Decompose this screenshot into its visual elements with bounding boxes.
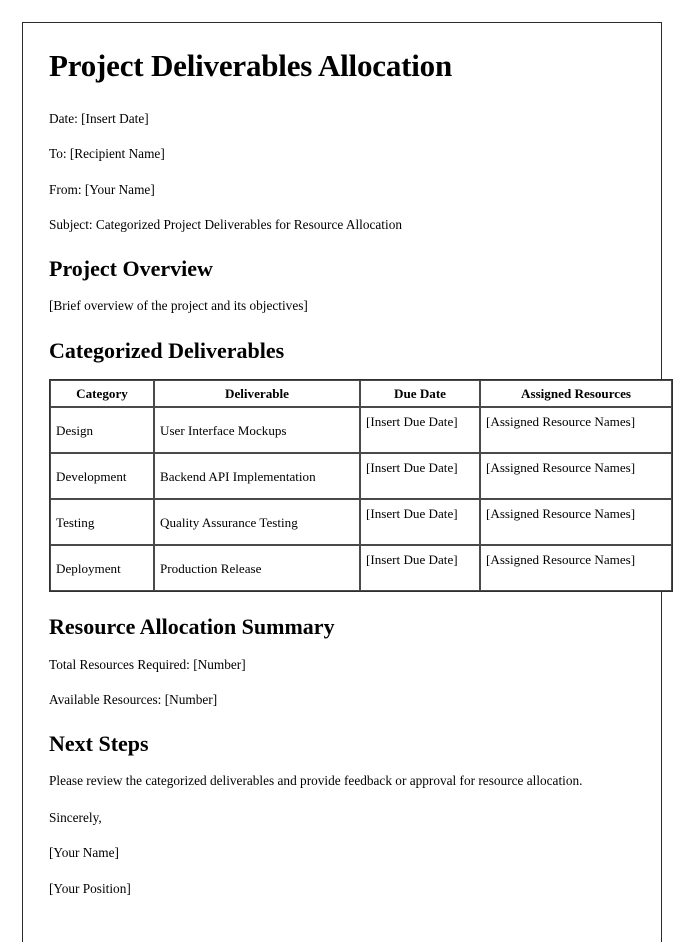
available-resources: Available Resources: [Number] xyxy=(49,692,218,708)
cell-assigned-resources: [Assigned Resource Names] xyxy=(480,545,672,592)
cell-category: Testing xyxy=(50,499,154,546)
document-body: Project Deliverables Allocation Date: [I… xyxy=(23,23,673,898)
meta-line-from: From: [Your Name] xyxy=(49,181,155,197)
column-header-deliverable: Deliverable xyxy=(154,380,360,408)
cell-due-date: [Insert Due Date] xyxy=(360,407,480,454)
next-steps-body: Please review the categorized deliverabl… xyxy=(49,773,583,789)
cell-due-date: [Insert Due Date] xyxy=(360,499,480,546)
section-heading-resource-allocation-summary: Resource Allocation Summary xyxy=(49,614,335,640)
cell-deliverable: Production Release xyxy=(154,545,360,592)
meta-line-subject: Subject: Categorized Project Deliverable… xyxy=(49,217,402,233)
cell-assigned-resources: [Assigned Resource Names] xyxy=(480,453,672,500)
cell-category: Deployment xyxy=(50,545,154,592)
column-header-category: Category xyxy=(50,380,154,408)
signature-position: [Your Position] xyxy=(49,881,131,897)
section-heading-next-steps: Next Steps xyxy=(49,730,149,756)
cell-due-date: [Insert Due Date] xyxy=(360,545,480,592)
deliverables-table: Category Deliverable Due Date Assigned R… xyxy=(49,379,673,593)
table-row: Testing Quality Assurance Testing [Inser… xyxy=(50,499,672,546)
signature-closing: Sincerely, xyxy=(49,809,102,825)
cell-assigned-resources: [Assigned Resource Names] xyxy=(480,499,672,546)
document-page: Project Deliverables Allocation Date: [I… xyxy=(22,22,673,942)
table-header-row: Category Deliverable Due Date Assigned R… xyxy=(50,380,672,408)
page-title: Project Deliverables Allocation xyxy=(49,48,453,83)
table-row: Deployment Production Release [Insert Du… xyxy=(50,545,672,592)
cell-category: Development xyxy=(50,453,154,500)
cell-deliverable: Quality Assurance Testing xyxy=(154,499,360,546)
cell-deliverable: Backend API Implementation xyxy=(154,453,360,500)
meta-line-date: Date: [Insert Date] xyxy=(49,110,149,126)
table-body: Design User Interface Mockups [Insert Du… xyxy=(50,407,672,592)
cell-category: Design xyxy=(50,407,154,454)
table-header: Category Deliverable Due Date Assigned R… xyxy=(50,380,672,408)
cell-due-date: [Insert Due Date] xyxy=(360,453,480,500)
table-row: Development Backend API Implementation [… xyxy=(50,453,672,500)
meta-line-to: To: [Recipient Name] xyxy=(49,146,165,162)
table-row: Design User Interface Mockups [Insert Du… xyxy=(50,407,672,454)
section-heading-project-overview: Project Overview xyxy=(49,255,213,281)
section-heading-categorized-deliverables: Categorized Deliverables xyxy=(49,338,285,364)
total-resources-required: Total Resources Required: [Number] xyxy=(49,656,246,672)
cell-assigned-resources: [Assigned Resource Names] xyxy=(480,407,672,454)
cell-deliverable: User Interface Mockups xyxy=(154,407,360,454)
signature-name: [Your Name] xyxy=(49,845,119,861)
column-header-due-date: Due Date xyxy=(360,380,480,408)
project-overview-body: [Brief overview of the project and its o… xyxy=(49,298,308,314)
column-header-assigned-resources: Assigned Resources xyxy=(480,380,672,408)
